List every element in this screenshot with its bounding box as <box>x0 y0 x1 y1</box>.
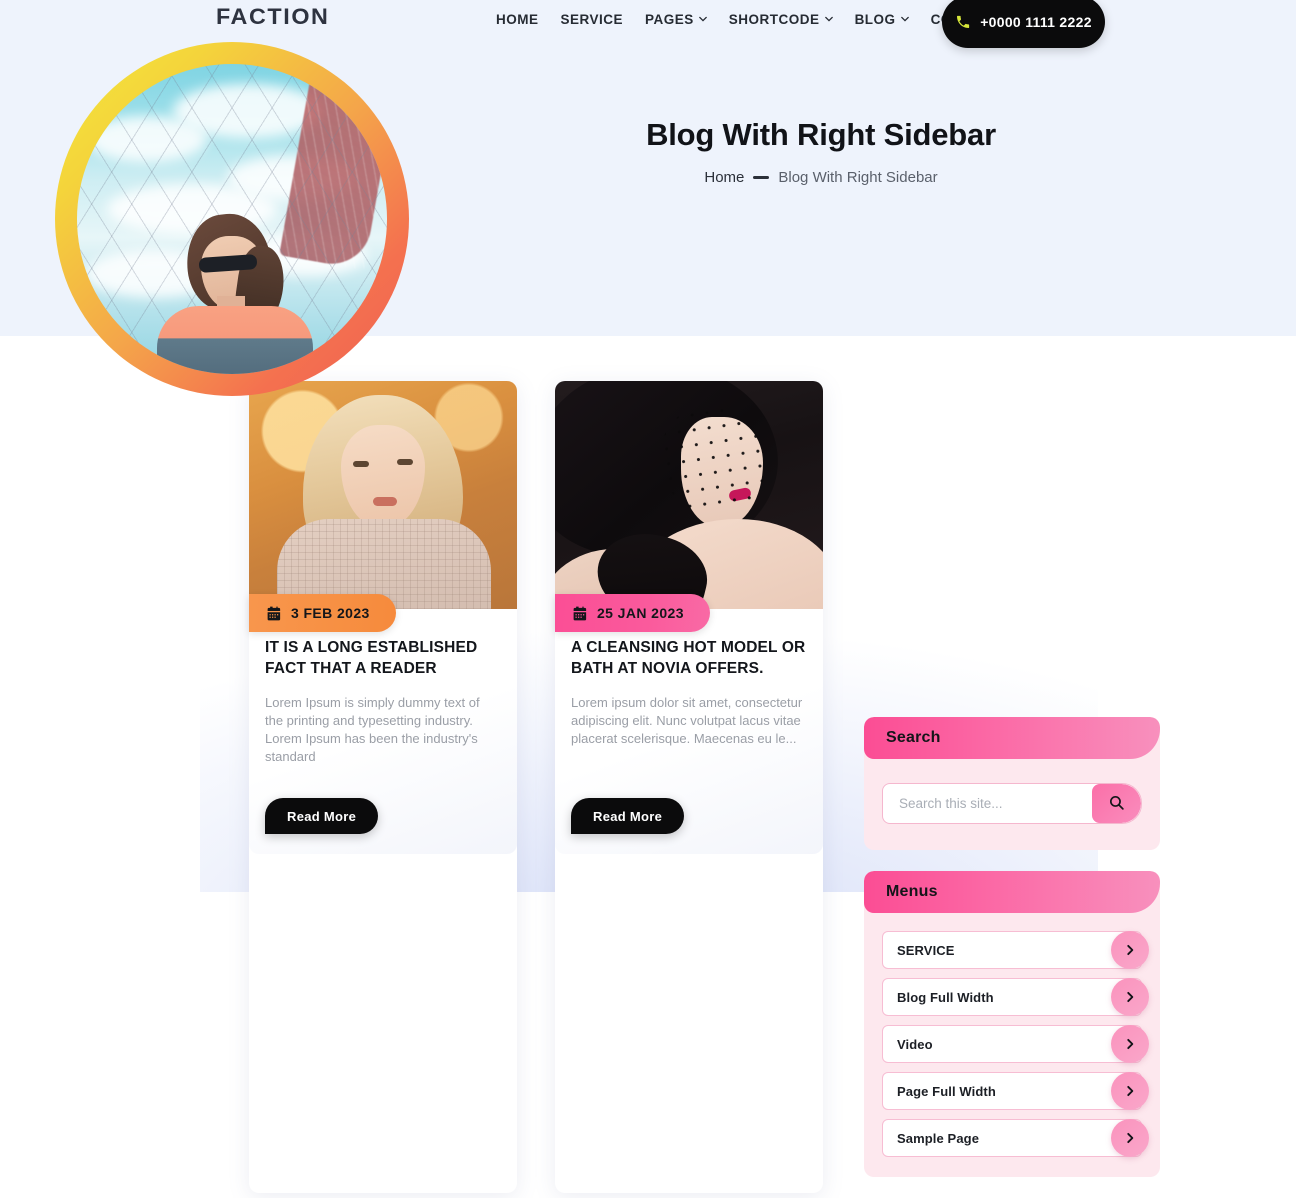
page-title: Blog With Right Sidebar <box>646 117 996 152</box>
chevron-right-icon[interactable] <box>1111 931 1149 969</box>
search-button[interactable] <box>1092 784 1141 823</box>
hero-circle-photo-clip <box>77 64 387 374</box>
sidebar-menu-item-video[interactable]: Video <box>882 1025 1149 1063</box>
post-photo-blonde <box>249 381 517 609</box>
chevron-right-icon[interactable] <box>1111 1119 1149 1157</box>
chevron-right-icon[interactable] <box>1111 978 1149 1016</box>
menu-item-label: SERVICE <box>897 942 955 958</box>
calendar-icon <box>267 606 282 621</box>
search-icon <box>1108 794 1125 814</box>
nav-label: PAGES <box>645 12 694 27</box>
menu-item-label: Video <box>897 1036 933 1052</box>
hero-text-block: Blog With Right Sidebar Home Blog With R… <box>540 116 1102 186</box>
site-logo[interactable]: FACTION <box>216 4 329 30</box>
chevron-down-icon <box>900 15 909 23</box>
blog-card[interactable]: 25 JAN 2023 A Cleansing Hot Model Or Bat… <box>555 381 823 1193</box>
breadcrumb: Home Blog With Right Sidebar <box>540 169 1102 186</box>
menus-widget-body: Menus SERVICE Blog Full Width Video Page… <box>864 871 1160 1177</box>
sidebar-menu-item-sample-page[interactable]: Sample Page <box>882 1119 1149 1157</box>
read-more-button[interactable]: Read More <box>265 798 379 834</box>
post-photo-dark <box>555 381 823 609</box>
breadcrumb-home-link[interactable]: Home <box>704 169 744 186</box>
chevron-right-icon[interactable] <box>1111 1025 1149 1063</box>
post-date: 3 FEB 2023 <box>291 605 370 621</box>
sidebar-menu-item-page-full-width[interactable]: Page Full Width <box>882 1072 1149 1110</box>
nav-item-shortcode[interactable]: SHORTCODE <box>718 12 844 27</box>
post-excerpt: Lorem Ipsum is simply dummy text of the … <box>265 694 480 764</box>
calendar-icon <box>573 606 588 621</box>
content-band: 3 FEB 2023 It Is A Long Established Fact… <box>0 336 1296 1193</box>
search-widget-header: Search <box>864 717 1160 759</box>
search-input[interactable] <box>883 784 1092 823</box>
post-title[interactable]: A Cleansing Hot Model Or Bath At Novia O… <box>571 637 807 680</box>
nav-label: SERVICE <box>560 12 624 27</box>
phone-button[interactable]: +0000 1111 2222 <box>942 0 1105 48</box>
post-date-badge: 25 JAN 2023 <box>555 594 710 632</box>
read-more-label: Read More <box>287 808 357 824</box>
hero-person <box>151 209 319 374</box>
search-widget: Search <box>864 717 1160 850</box>
nav-item-pages[interactable]: PAGES <box>634 12 718 27</box>
search-widget-content <box>864 759 1160 850</box>
blog-card-body: It Is A Long Established Fact That A Rea… <box>249 609 517 766</box>
top-navigation-bar: FACTION HOME SERVICE PAGES SHORTCODE BLO… <box>0 0 1296 50</box>
search-widget-title: Search <box>886 729 941 746</box>
search-row <box>882 783 1142 824</box>
nav-item-home[interactable]: HOME <box>496 12 550 27</box>
phone-number: +0000 1111 2222 <box>980 14 1092 30</box>
blog-card[interactable]: 3 FEB 2023 It Is A Long Established Fact… <box>249 381 517 1193</box>
chevron-down-icon <box>824 15 833 23</box>
post-date-badge: 3 FEB 2023 <box>249 594 396 632</box>
breadcrumb-current: Blog With Right Sidebar <box>778 169 938 187</box>
menu-item-label: Page Full Width <box>897 1083 996 1099</box>
menus-widget-header: Menus <box>864 871 1160 913</box>
menus-widget-title: Menus <box>886 883 938 900</box>
nav-label: BLOG <box>854 12 896 27</box>
content-inner: 3 FEB 2023 It Is A Long Established Fact… <box>0 336 1296 1193</box>
phone-icon <box>955 14 971 30</box>
menu-item-label: Sample Page <box>897 1130 980 1146</box>
blog-card-image <box>555 381 823 609</box>
blog-card-inner: 25 JAN 2023 A Cleansing Hot Model Or Bat… <box>555 381 823 854</box>
chevron-right-icon[interactable] <box>1111 1072 1149 1110</box>
chevron-down-icon <box>698 15 707 23</box>
breadcrumb-separator-icon <box>753 176 770 180</box>
search-widget-body: Search <box>864 717 1160 850</box>
post-excerpt: Lorem ipsum dolor sit amet, consectetur … <box>571 694 803 746</box>
nav-item-blog[interactable]: BLOG <box>844 12 920 27</box>
read-more-label: Read More <box>593 808 663 824</box>
nav-label: HOME <box>496 12 539 27</box>
nav-item-service[interactable]: SERVICE <box>550 12 635 27</box>
post-title[interactable]: It Is A Long Established Fact That A Rea… <box>265 637 501 680</box>
main-nav: HOME SERVICE PAGES SHORTCODE BLOG <box>496 12 1010 27</box>
menu-item-label: Blog Full Width <box>897 989 994 1005</box>
menus-widget: Menus SERVICE Blog Full Width Video Page… <box>864 871 1160 1177</box>
menus-widget-content: SERVICE Blog Full Width Video Page Full … <box>864 913 1160 1177</box>
page-root: FACTION HOME SERVICE PAGES SHORTCODE BLO… <box>0 0 1296 1193</box>
blog-card-image <box>249 381 517 609</box>
sidebar-menu-item-service[interactable]: SERVICE <box>882 931 1149 969</box>
post-date: 25 JAN 2023 <box>597 605 684 621</box>
read-more-button[interactable]: Read More <box>571 798 685 834</box>
hero-photo <box>77 64 387 374</box>
sidebar-menu-item-blog-full-width[interactable]: Blog Full Width <box>882 978 1149 1016</box>
nav-label: SHORTCODE <box>728 12 820 27</box>
hero-circle-image <box>55 42 409 396</box>
sidebar: Search Search this site... Menus SERVICE… <box>864 717 1160 1198</box>
blog-card-inner: 3 FEB 2023 It Is A Long Established Fact… <box>249 381 517 854</box>
